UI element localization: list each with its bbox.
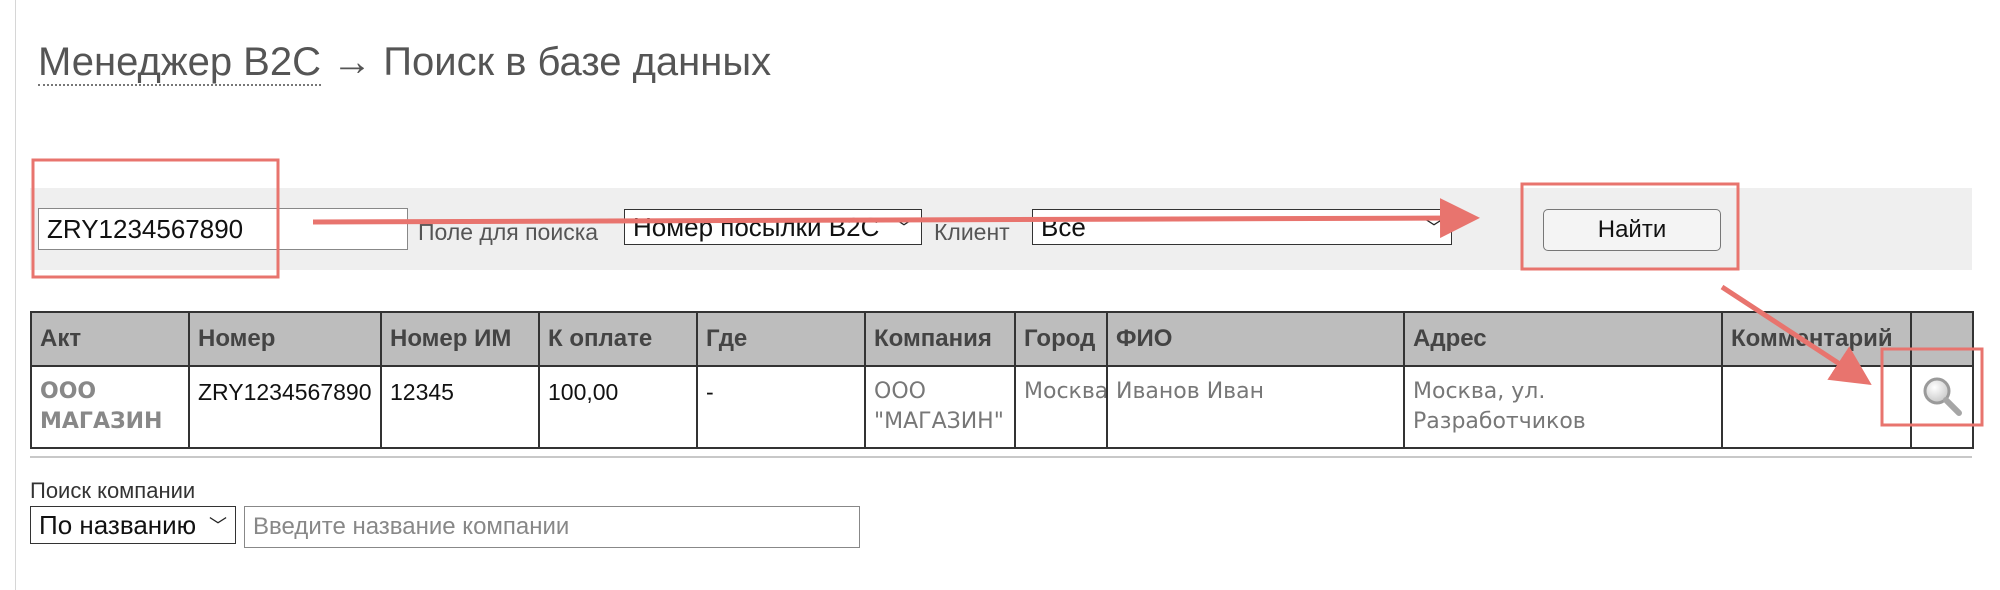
breadcrumb-separator: → bbox=[321, 40, 384, 84]
column-header-address: Адрес bbox=[1403, 311, 1723, 367]
client-select[interactable]: Все ﹀ bbox=[1032, 209, 1452, 245]
chevron-down-icon: ﹀ bbox=[1425, 218, 1443, 238]
page-title: Менеджер B2C → Поиск в базе данных bbox=[38, 40, 772, 86]
column-header-number: Номер bbox=[188, 311, 382, 367]
left-border bbox=[15, 0, 16, 590]
company-name-input[interactable] bbox=[244, 506, 860, 548]
column-header-name: ФИО bbox=[1106, 311, 1405, 367]
column-header-where: Где bbox=[696, 311, 866, 367]
cell-comment bbox=[1721, 365, 1912, 449]
column-header-to-pay: К оплате bbox=[538, 311, 698, 367]
company-search-mode-value: По названию bbox=[39, 509, 197, 540]
search-field-select[interactable]: Номер посылки B2C ﹀ bbox=[624, 209, 922, 245]
cell-to-pay: 100,00 bbox=[538, 365, 698, 449]
cell-act-link[interactable]: ООО МАГАЗИН bbox=[30, 365, 190, 449]
column-header-company: Компания bbox=[864, 311, 1016, 367]
chevron-down-icon: ﹀ bbox=[895, 218, 913, 238]
cell-where: - bbox=[696, 365, 866, 449]
column-header-actions bbox=[1910, 311, 1974, 367]
cell-number: ZRY1234567890 bbox=[188, 365, 382, 449]
table-header-row: Акт Номер Номер ИМ К оплате Где Компания… bbox=[30, 311, 1974, 367]
cell-address: Москва, ул. Разработчиков bbox=[1403, 365, 1723, 449]
annotation-overlay bbox=[31, 158, 1984, 427]
cell-name: Иванов Иван bbox=[1106, 365, 1405, 449]
column-header-city: Город bbox=[1014, 311, 1108, 367]
company-search-label: Поиск компании bbox=[30, 478, 196, 503]
cell-city: Москва bbox=[1014, 365, 1108, 449]
column-header-shop-number: Номер ИМ bbox=[380, 311, 540, 367]
breadcrumb-current: Поиск в базе данных bbox=[383, 40, 772, 84]
cell-shop-number: 12345 bbox=[380, 365, 540, 449]
search-field-select-value: Номер посылки B2C bbox=[633, 211, 880, 242]
search-query-input[interactable] bbox=[38, 208, 408, 250]
table-row: ООО МАГАЗИН ZRY1234567890 12345 100,00 -… bbox=[30, 365, 1974, 449]
results-table: Акт Номер Номер ИМ К оплате Где Компания… bbox=[30, 311, 1974, 449]
client-select-value: Все bbox=[1041, 211, 1086, 242]
search-field-label: Поле для поиска bbox=[418, 219, 599, 245]
find-button[interactable]: Найти bbox=[1543, 209, 1721, 251]
cell-actions bbox=[1910, 365, 1974, 449]
magnifier-icon[interactable] bbox=[1919, 373, 1965, 419]
client-label: Клиент bbox=[934, 219, 1010, 245]
chevron-down-icon: ﹀ bbox=[209, 516, 227, 536]
column-header-comment: Комментарий bbox=[1721, 311, 1912, 367]
section-divider bbox=[30, 456, 1972, 458]
company-search-mode-select[interactable]: По названию ﹀ bbox=[30, 506, 236, 544]
cell-company: ООО "МАГАЗИН" bbox=[864, 365, 1016, 449]
column-header-act: Акт bbox=[30, 311, 190, 367]
breadcrumb-parent-link[interactable]: Менеджер B2C bbox=[38, 40, 321, 86]
